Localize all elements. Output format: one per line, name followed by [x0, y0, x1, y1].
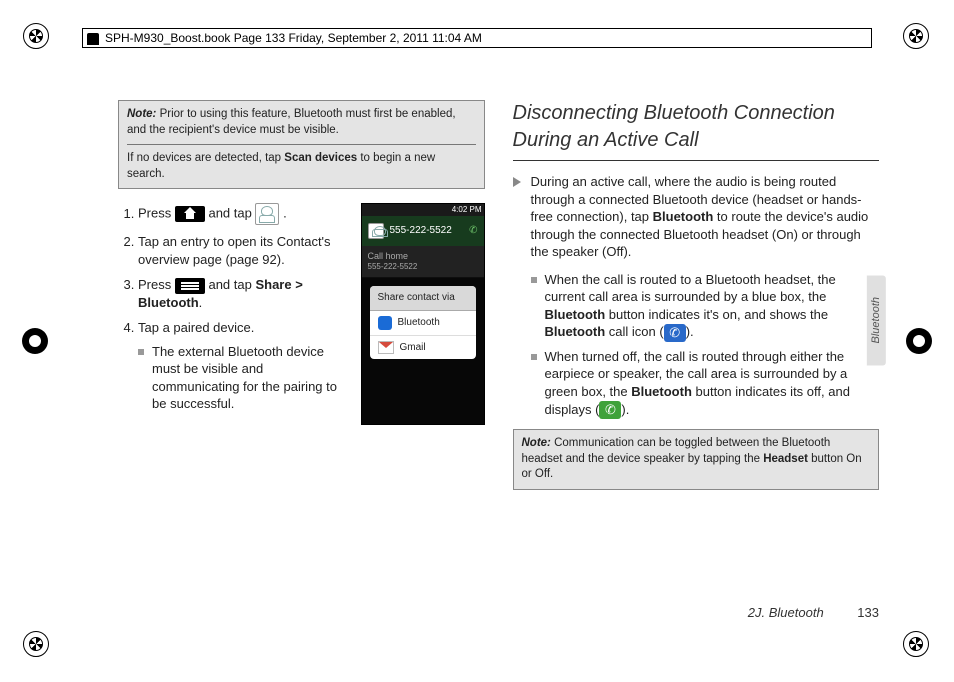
- modal-title: Share contact via: [370, 286, 476, 311]
- contacts-icon: [255, 203, 279, 225]
- crop-mark: [18, 626, 56, 664]
- book-header: SPH-M930_Boost.book Page 133 Friday, Sep…: [82, 28, 872, 48]
- share-option-bluetooth[interactable]: Bluetooth: [370, 311, 476, 336]
- phone-status-bar: 4:02 PM: [362, 204, 484, 216]
- step-4-text: Tap a paired device.: [138, 320, 254, 335]
- step-4-sub: The external Bluetooth device must be vi…: [138, 343, 485, 413]
- contact-avatar-icon: [368, 223, 384, 239]
- main-instruction: During an active call, where the audio i…: [531, 173, 880, 419]
- p1-bold: Bluetooth: [653, 209, 714, 224]
- home-icon: [175, 206, 205, 222]
- note-text-1: Prior to using this feature, Bluetooth m…: [127, 108, 456, 136]
- step-3-text-c: .: [199, 295, 203, 310]
- note-box-2: Note: Communication can be toggled betwe…: [513, 429, 880, 490]
- page-footer: 2J. Bluetooth 133: [748, 604, 879, 622]
- step-1-text-b: and tap: [208, 206, 255, 221]
- note-text-2-bold: Scan devices: [284, 152, 357, 164]
- note-box: Note: Prior to using this feature, Bluet…: [118, 100, 485, 189]
- step-1-text-a: Press: [138, 206, 175, 221]
- phone-dialer: 555-222-5522 ✆: [362, 216, 484, 246]
- crop-mark: [898, 18, 936, 56]
- step-1-text-c: .: [283, 206, 287, 221]
- crop-mark: [18, 18, 56, 56]
- section-title: Disconnecting Bluetooth Connection Durin…: [513, 100, 880, 161]
- footer-page-number: 133: [857, 605, 879, 620]
- step-3-text-a: Press: [138, 277, 175, 292]
- side-tab: Bluetooth: [867, 275, 886, 365]
- call-label: Call home: [368, 250, 478, 262]
- crop-mark: [898, 626, 936, 664]
- note-label: Note:: [127, 108, 156, 120]
- footer-section: 2J. Bluetooth: [748, 605, 824, 620]
- bluetooth-call-icon: [664, 324, 686, 342]
- call-icon: ✆: [469, 224, 477, 238]
- color-target-icon: [22, 328, 48, 354]
- dial-number: 555-222-5522: [390, 224, 452, 238]
- call-sub: 555-222-5522: [368, 262, 478, 273]
- sub-bullet-1: When the call is routed to a Bluetooth h…: [531, 271, 880, 342]
- bluetooth-icon: [378, 316, 392, 330]
- note-label: Note:: [522, 437, 551, 449]
- share-option-label: Bluetooth: [398, 316, 440, 330]
- note-text-2a: If no devices are detected, tap: [127, 152, 284, 164]
- color-target-icon: [906, 328, 932, 354]
- left-column: Note: Prior to using this feature, Bluet…: [118, 100, 485, 622]
- note-2-bold: Headset: [763, 453, 808, 465]
- right-column: Disconnecting Bluetooth Connection Durin…: [513, 100, 880, 622]
- sub-bullet-2: When turned off, the call is routed thro…: [531, 348, 880, 419]
- speaker-call-icon: [599, 401, 621, 419]
- menu-icon: [175, 278, 205, 294]
- step-3-text-b: and tap: [208, 277, 255, 292]
- phone-call-area: Call home 555-222-5522: [362, 246, 484, 277]
